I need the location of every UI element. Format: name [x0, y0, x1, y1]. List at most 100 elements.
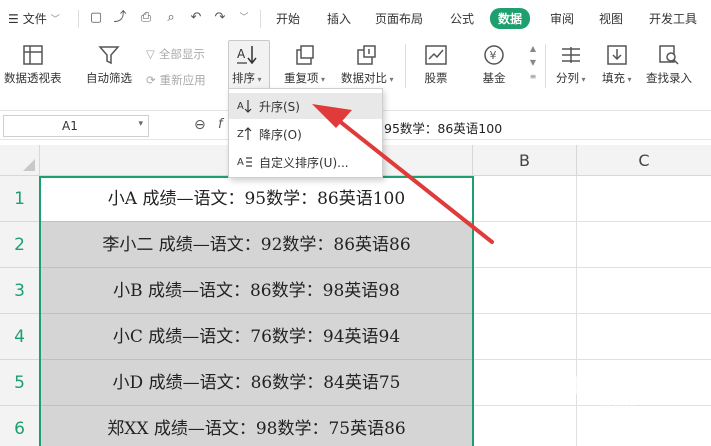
show-all-label: 全部显示 — [158, 47, 205, 61]
fill-down-icon — [607, 45, 627, 65]
find-entry-button[interactable]: 查找录入 — [646, 44, 692, 86]
cell-a5[interactable]: 小D 成绩—语文：86数学：84英语75 — [40, 360, 473, 406]
cell-b3[interactable] — [473, 268, 577, 314]
find-entry-label: 查找录入 — [646, 71, 692, 85]
compare-label: 数据对比 ▾ — [341, 71, 394, 85]
tab-view[interactable]: 视图 — [599, 10, 623, 27]
search-icon — [659, 45, 679, 65]
cell-a2[interactable]: 李小二 成绩—语文：92数学：86英语86 — [40, 222, 473, 268]
filter-icon — [98, 46, 120, 65]
column-header-b[interactable]: B — [473, 145, 577, 176]
cell-reference: A1 — [62, 119, 78, 133]
chevron-down-icon[interactable]: ▾ — [138, 119, 143, 129]
show-all-button[interactable]: ▽ 全部显示 — [146, 46, 205, 62]
pivot-table-icon — [23, 45, 43, 65]
menu-icon: ☰ — [8, 11, 19, 26]
print-preview-icon[interactable]: ⌕ — [163, 10, 179, 26]
select-all-corner[interactable] — [0, 145, 40, 176]
cell-b4[interactable] — [473, 314, 577, 360]
compare-button[interactable]: 数据对比 ▾ — [341, 44, 394, 86]
file-menu-label: 文件 — [22, 12, 47, 26]
divider — [545, 44, 546, 88]
cell-c1[interactable] — [577, 176, 711, 222]
tab-review[interactable]: 审阅 — [550, 10, 574, 27]
cell-b2[interactable] — [473, 222, 577, 268]
export-icon[interactable]: ⤴ — [112, 10, 128, 26]
pivot-table-button[interactable]: 数据透视表 — [4, 44, 62, 86]
sort-descending-item[interactable]: Z 降序(O) — [229, 121, 382, 147]
svg-text:A: A — [237, 157, 244, 168]
sort-label: 排序 ▾ — [232, 71, 262, 85]
column-header-c[interactable]: C — [577, 145, 711, 176]
tab-developer[interactable]: 开发工具 — [649, 10, 697, 27]
watermark: Bai du jingyan — [560, 370, 660, 414]
cell-c2[interactable] — [577, 222, 711, 268]
fund-button[interactable]: ¥ 基金 — [482, 44, 506, 86]
reapply-label: 重新应用 — [159, 73, 206, 87]
cell-a1[interactable]: 小A 成绩—语文：95数学：86英语100 — [40, 176, 473, 222]
chevron-down-icon: ﹀ — [50, 15, 60, 25]
cell-a6[interactable]: 郑XX 成绩—语文：98数学：75英语86 — [40, 406, 473, 446]
undo-icon[interactable]: ↶ — [188, 10, 204, 26]
row-header[interactable]: 6 — [0, 406, 40, 446]
duplicates-icon — [295, 45, 314, 65]
autofilter-button[interactable]: 自动筛选 — [86, 44, 132, 86]
cell-b1[interactable] — [473, 176, 577, 222]
file-menu[interactable]: ☰ 文件 ﹀ — [8, 10, 60, 27]
sort-descending-icon: Z — [237, 126, 259, 142]
cell-c3[interactable] — [577, 268, 711, 314]
svg-text:A: A — [237, 47, 246, 61]
row-header[interactable]: 4 — [0, 314, 40, 360]
split-columns-icon — [561, 47, 580, 63]
duplicates-label: 重复项 ▾ — [284, 71, 326, 85]
print-icon[interactable]: ⎙ — [138, 10, 154, 26]
menu-bar: ☰ 文件 ﹀ ▢ ⤴ ⎙ ⌕ ↶ ↷ ﹀ 开始 插入 页面布局 公式 数据 审阅… — [0, 0, 711, 38]
duplicates-button[interactable]: 重复项 ▾ — [284, 44, 325, 86]
compare-icon — [357, 45, 377, 65]
divider — [260, 10, 261, 28]
chevron-down-icon[interactable]: ﹀ — [236, 10, 252, 26]
tab-insert[interactable]: 插入 — [327, 10, 351, 27]
split-label: 分列 ▾ — [556, 71, 586, 85]
stock-button[interactable]: 股票 — [424, 44, 448, 86]
custom-sort-item[interactable]: A 自定义排序(U)... — [229, 149, 382, 175]
tab-home[interactable]: 开始 — [276, 10, 300, 27]
save-icon[interactable]: ▢ — [88, 10, 104, 26]
fx-icon[interactable]: f — [218, 117, 223, 132]
sort-ascending-icon: A — [237, 98, 259, 114]
spreadsheet-window: ☰ 文件 ﹀ ▢ ⤴ ⎙ ⌕ ↶ ↷ ﹀ 开始 插入 页面布局 公式 数据 审阅… — [0, 0, 711, 446]
tab-formulas[interactable]: 公式 — [450, 10, 474, 27]
cell-c4[interactable] — [577, 314, 711, 360]
cell-a4[interactable]: 小C 成绩—语文：76数学：94英语94 — [40, 314, 473, 360]
chevron-up-icon[interactable]: ▲ — [528, 42, 538, 56]
row-header[interactable]: 5 — [0, 360, 40, 406]
sort-button[interactable]: A 排序 ▾ — [232, 44, 262, 86]
chevron-down-icon[interactable]: ▼ — [528, 56, 538, 70]
reapply-button[interactable]: ⟳ 重新应用 — [146, 72, 206, 88]
ribbon-scroll[interactable]: ▲ ▼ ≡ — [528, 42, 538, 84]
fund-icon: ¥ — [484, 45, 504, 65]
divider — [78, 10, 79, 28]
fill-label: 填充 ▾ — [602, 71, 632, 85]
pivot-table-label: 数据透视表 — [4, 71, 62, 85]
formula-input[interactable]: 95数学：86英语100 — [384, 118, 502, 137]
tab-data[interactable]: 数据 — [490, 8, 531, 29]
row-header[interactable]: 2 — [0, 222, 40, 268]
sort-descending-label: 降序(O) — [259, 127, 302, 142]
name-box[interactable]: A1 ▾ — [3, 115, 149, 137]
split-button[interactable]: 分列 ▾ — [556, 44, 586, 86]
svg-text:Z: Z — [237, 129, 244, 140]
sort-ascending-item[interactable]: A 升序(S) — [229, 93, 382, 119]
redo-icon[interactable]: ↷ — [212, 10, 228, 26]
row-header[interactable]: 1 — [0, 176, 40, 222]
svg-text:A: A — [237, 101, 244, 112]
row-header[interactable]: 3 — [0, 268, 40, 314]
fill-button[interactable]: 填充 ▾ — [602, 44, 632, 86]
tab-page-layout[interactable]: 页面布局 — [375, 10, 423, 27]
fund-label: 基金 — [482, 71, 506, 85]
more-icon[interactable]: ≡ — [528, 70, 538, 84]
custom-sort-label: 自定义排序(U)... — [259, 155, 349, 170]
cell-a3[interactable]: 小B 成绩—语文：86数学：98英语98 — [40, 268, 473, 314]
zoom-icon[interactable]: ⊖ — [194, 117, 206, 133]
reapply-icon: ⟳ — [146, 73, 156, 87]
